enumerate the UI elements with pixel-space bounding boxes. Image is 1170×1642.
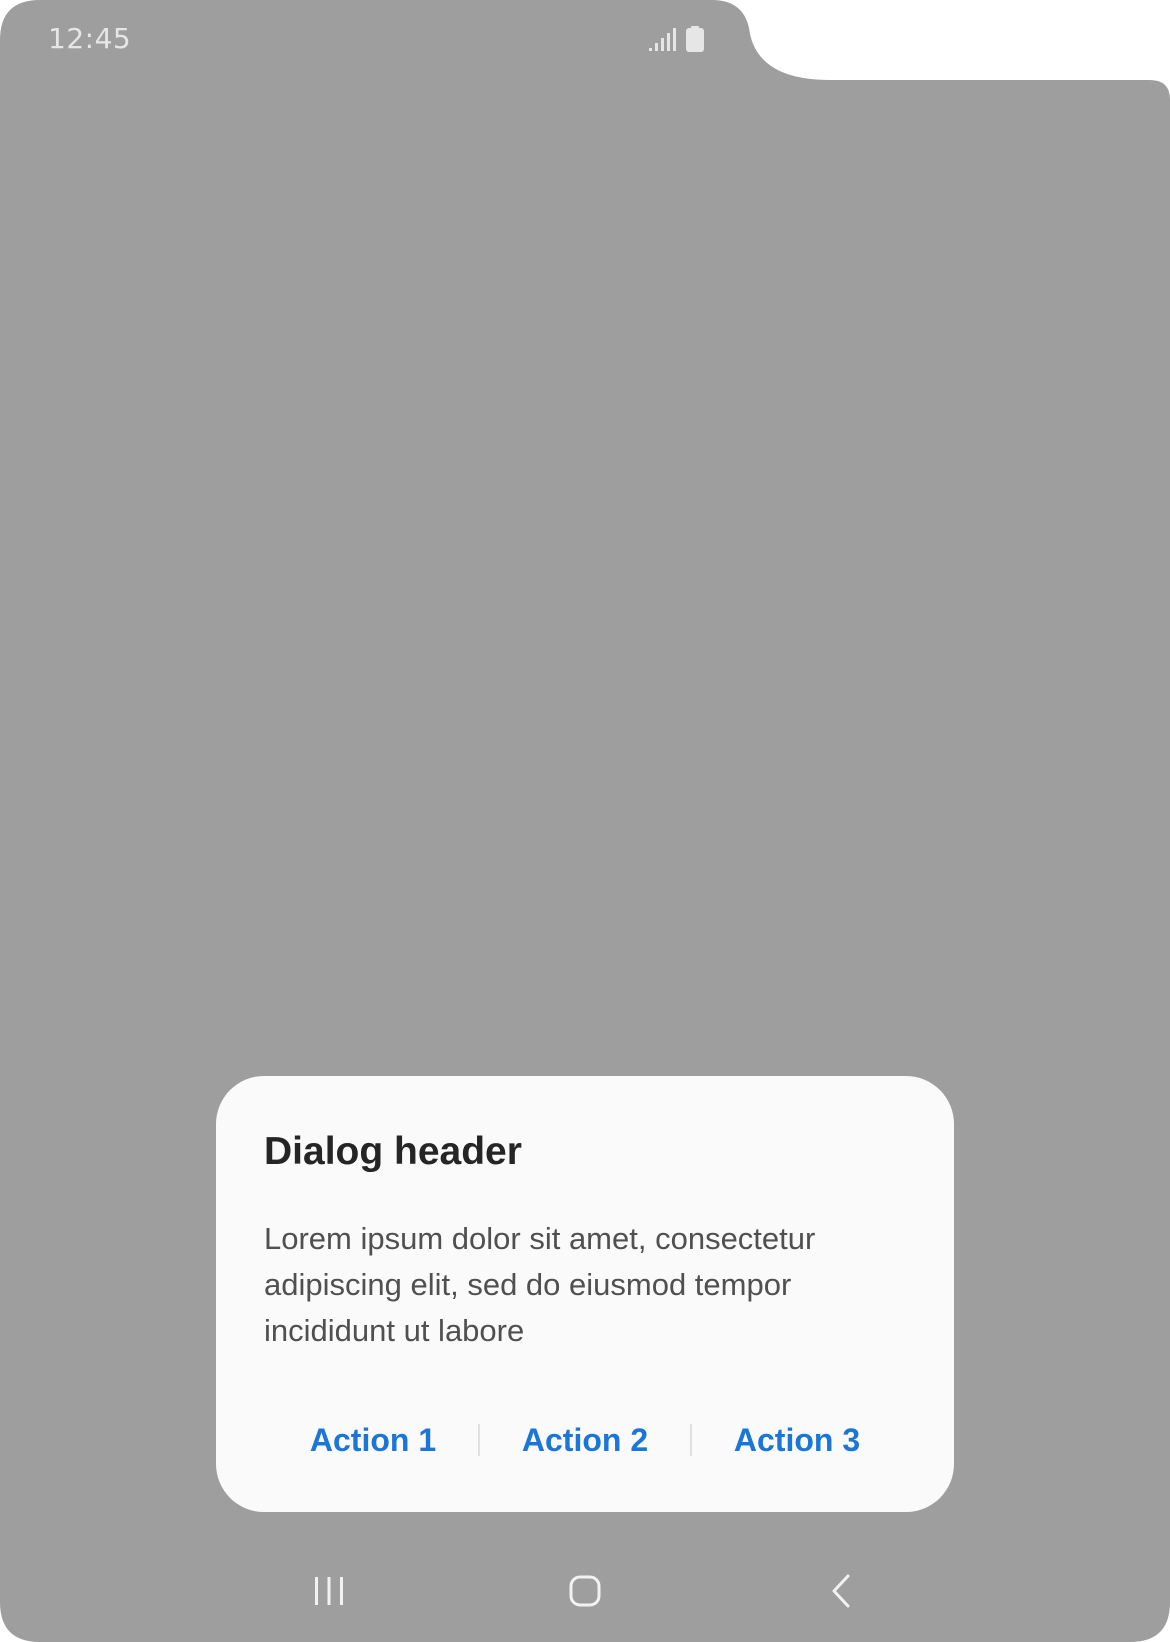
action-1-button[interactable]: Action 1 bbox=[273, 1402, 473, 1478]
back-icon bbox=[832, 1574, 850, 1608]
action-2-button[interactable]: Action 2 bbox=[485, 1402, 685, 1478]
back-button[interactable] bbox=[796, 1556, 886, 1626]
navigation-bar bbox=[0, 1556, 1170, 1626]
status-icons bbox=[648, 26, 704, 52]
device-screen: 12:45 Dialog header Lorem ipsum dolor si… bbox=[0, 0, 1170, 1642]
action-divider bbox=[690, 1424, 692, 1456]
action-divider bbox=[478, 1424, 480, 1456]
recent-apps-button[interactable] bbox=[284, 1556, 374, 1626]
status-time: 12:45 bbox=[48, 22, 132, 55]
dialog-actions: Action 1 Action 2 Action 3 bbox=[216, 1402, 954, 1478]
signal-icon bbox=[649, 28, 676, 51]
dialog-body: Lorem ipsum dolor sit amet, consectetur … bbox=[264, 1221, 816, 1348]
dialog: Dialog header Lorem ipsum dolor sit amet… bbox=[216, 1076, 954, 1512]
action-3-button[interactable]: Action 3 bbox=[697, 1402, 897, 1478]
home-icon bbox=[569, 1575, 601, 1607]
battery-icon bbox=[686, 26, 704, 52]
home-button[interactable] bbox=[540, 1556, 630, 1626]
recent-apps-icon bbox=[315, 1577, 343, 1605]
dialog-title: Dialog header bbox=[264, 1130, 522, 1173]
